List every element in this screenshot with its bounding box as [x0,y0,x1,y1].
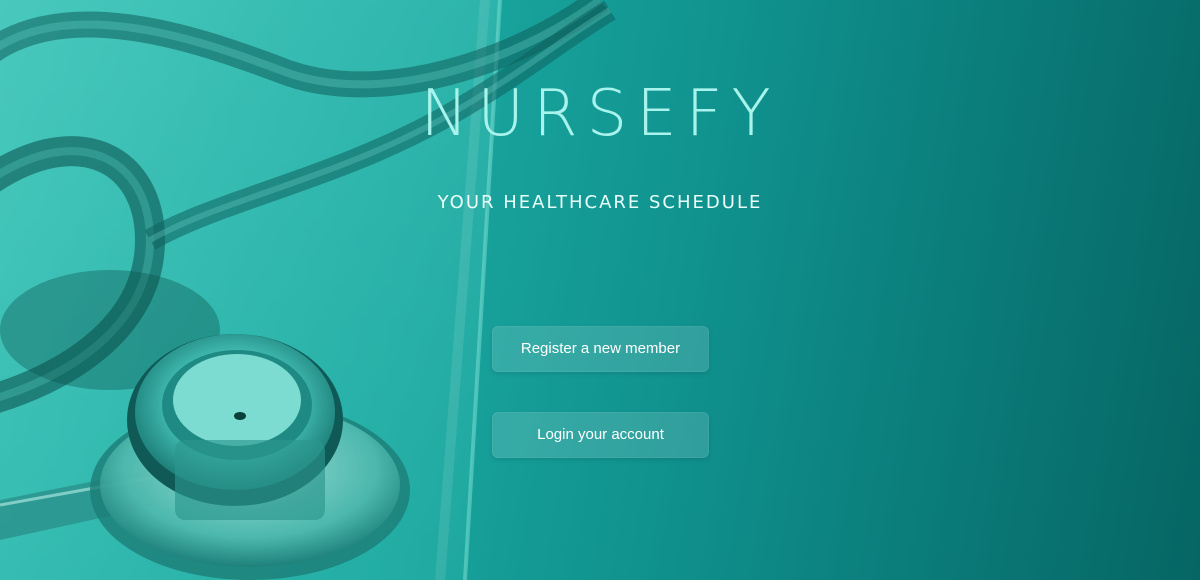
register-button[interactable]: Register a new member [492,326,709,372]
landing-page: NURSEFY YOUR HEALTHCARE SCHEDULE Registe… [0,0,1200,580]
app-logo-title: NURSEFY [420,77,780,151]
hero-content: NURSEFY YOUR HEALTHCARE SCHEDULE Registe… [0,0,1200,580]
login-button[interactable]: Login your account [492,412,709,458]
tagline: YOUR HEALTHCARE SCHEDULE [437,192,763,213]
